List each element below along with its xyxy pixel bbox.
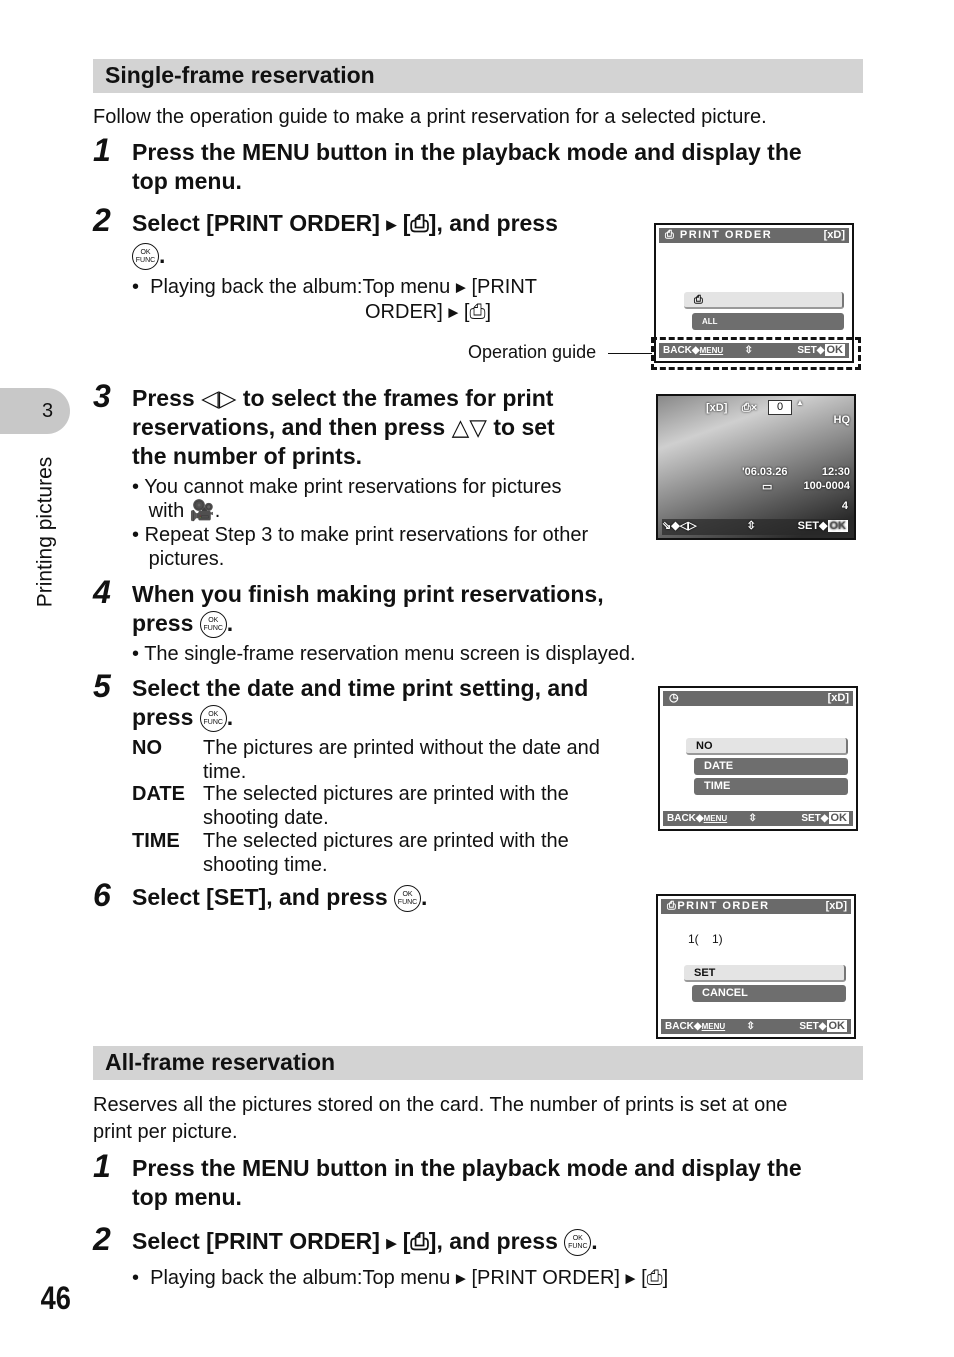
arrow-right-icon: ▶ (386, 216, 397, 232)
file-number: 100-0004 (803, 480, 851, 492)
ok-func-icon: OK FUNC (564, 1229, 592, 1257)
step-3-bullets: • You cannot make print reservations for… (132, 476, 589, 570)
ok-func-icon: OK FUNC (199, 611, 227, 639)
all-intro: Reserves all the pictures stored on the … (93, 1094, 788, 1143)
print-icon: ⎙ (410, 210, 429, 236)
menu-option-all-print: ALL (692, 313, 844, 330)
print-all-icon: ⎙ (646, 1267, 663, 1289)
step-number: 2 (93, 1221, 111, 1257)
up-down-arrows-icon: △▽ (451, 414, 487, 440)
step-number: 4 (93, 574, 111, 610)
date: '06.03.26 (742, 466, 788, 478)
left-right-arrows-icon: ◁▷ (201, 385, 237, 411)
menu-option-single-print: ⎙ (684, 292, 844, 309)
up-arrow-icon: ▲ (796, 398, 804, 407)
page-number: 46 (40, 1280, 71, 1316)
step-6-text: Select [SET], and press OK FUNC. (132, 883, 427, 913)
all-step-2-text: Select [PRINT ORDER] ▶ [⎙], and press OK… (132, 1227, 598, 1257)
chapter-number: 3 (42, 400, 54, 422)
print-count-icon: ⎙× (742, 402, 758, 414)
screen-header: ⎙PRINT ORDER [xD] (661, 899, 851, 914)
reservation-summary: 1( 1) (688, 932, 723, 946)
all-step-2-bullet: • Playing back the album:Top menu ▶ [PRI… (132, 1267, 669, 1289)
card-icon: ▭ (762, 481, 773, 493)
date-options-list: NO The pictures are printed without the d… (132, 736, 632, 877)
section-header-all: All-frame reservation (93, 1046, 863, 1080)
operation-guide-bar: BACK◆MENU ⇳ SET◆ OK (663, 811, 853, 826)
option-time: TIME (694, 778, 848, 795)
single-intro: Follow the operation guide to make a pri… (93, 106, 767, 128)
movie-icon: 🎥 (189, 500, 215, 522)
step-2-text: Select [PRINT ORDER] ▶ [⎙], and press OK F… (132, 208, 558, 271)
screen-header: ◷ [xD] (663, 691, 853, 706)
operation-guide-highlight (651, 337, 861, 370)
step-number: 2 (93, 202, 111, 238)
section-header-single: Single-frame reservation (93, 59, 863, 93)
step-3-text: Press ◁▷ to select the frames for print r… (132, 385, 555, 469)
chapter-tab: 3 (0, 388, 70, 434)
chapter-title: Printing pictures (33, 456, 57, 608)
step-number: 5 (93, 668, 111, 704)
option-date: DATE The selected pictures are printed wi… (132, 783, 569, 829)
all-step-1-text: Press the MENU button in the playback mo… (132, 1155, 802, 1210)
step-4-bullet: • The single-frame reservation menu scre… (132, 643, 636, 665)
step-number: 1 (93, 132, 111, 168)
operation-guide-leader-line (608, 353, 652, 354)
step-4-text: When you finish making print reservation… (132, 580, 604, 639)
step-2-bullet: • Playing back the album:Top menu ▶ [PRI… (132, 276, 537, 323)
option-no: NO The pictures are printed without the d… (132, 737, 600, 783)
option-no: NO (686, 738, 848, 755)
option-set: SET (684, 965, 846, 982)
quality: HQ (833, 414, 851, 426)
operation-guide-bar: BACK◆MENU ⇳ SET◆ OK (661, 1019, 851, 1034)
footer-guide: ⇘◆◁▷ ⇳ SET◆ OK (662, 519, 850, 535)
step-1-text: Press the MENU button in the playback mo… (132, 139, 802, 194)
option-time: TIME The selected pictures are printed wi… (132, 830, 569, 876)
print-all-icon: ⎙ (410, 1228, 429, 1254)
ok-func-icon: OK FUNC (394, 885, 422, 913)
confirm-screen: ⎙PRINT ORDER [xD] 1( 1) SET CANCEL BACK◆M… (656, 894, 856, 1039)
time: 12:30 (821, 466, 850, 478)
step-number: 3 (93, 378, 111, 414)
media-indicator: [xD] (706, 402, 728, 414)
date-print-screen: ◷ [xD] NO DATE TIME BACK◆MENU ⇳ SET◆ OK (658, 686, 858, 831)
print-count-box: 0 (768, 400, 792, 415)
ok-func-icon: OK FUNC (132, 243, 159, 271)
option-date: DATE (694, 758, 848, 775)
screen-header: ⎙ PRINT ORDER [xD] (659, 228, 849, 243)
clock-icon: ◷ (669, 692, 681, 704)
step-number: 6 (93, 877, 111, 913)
frame-select-screen: [xD] ⎙× 0 ▲ HQ '06.03.26 12:30 100-0004 … (656, 394, 856, 540)
ok-func-icon: OK FUNC (199, 705, 227, 733)
option-cancel: CANCEL (692, 985, 846, 1002)
print-icon: ⎙ (469, 300, 486, 323)
step-5-text: Select the date and time print setting, … (132, 674, 588, 733)
frame-number: 4 (841, 500, 848, 512)
operation-guide-label: Operation guide (468, 342, 597, 362)
step-number: 1 (93, 1148, 111, 1184)
